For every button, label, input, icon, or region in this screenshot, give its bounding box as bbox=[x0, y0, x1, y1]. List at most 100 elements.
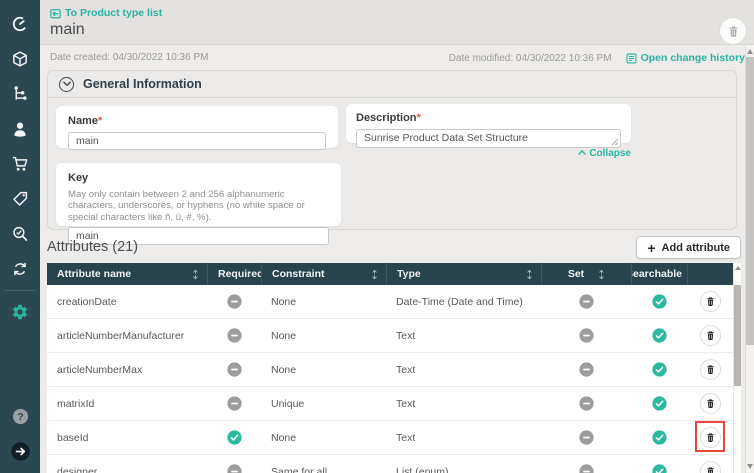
minus-circle-icon bbox=[227, 294, 242, 309]
chevron-up-icon bbox=[578, 149, 586, 156]
nav-settings[interactable] bbox=[0, 294, 40, 329]
description-label-row: Description* bbox=[356, 108, 621, 126]
check-circle-icon bbox=[652, 396, 667, 411]
dashboard-gauge-icon bbox=[11, 15, 29, 33]
cell-required bbox=[207, 319, 261, 352]
attributes-table: Attribute nameRequiredConstraintType Set S… bbox=[47, 263, 741, 473]
page-scrollbar[interactable] bbox=[745, 45, 754, 473]
collapse-link[interactable]: Collapse bbox=[346, 148, 631, 159]
column-header-type[interactable]: Type bbox=[386, 263, 541, 285]
page-header: To Product type list main bbox=[40, 0, 754, 45]
back-link-label: To Product type list bbox=[65, 7, 162, 19]
check-circle-icon bbox=[652, 362, 667, 377]
cell-type: Text bbox=[386, 387, 541, 420]
column-header-searchable[interactable]: Searchable bbox=[631, 263, 687, 285]
cell-set bbox=[541, 353, 631, 386]
nav-customers[interactable] bbox=[0, 111, 40, 146]
nav-audit[interactable] bbox=[0, 216, 40, 251]
table-row: creationDateNoneDate-Time (Date and Time… bbox=[47, 285, 741, 319]
description-label: Description bbox=[356, 112, 417, 124]
help-button[interactable]: ? bbox=[0, 399, 40, 434]
cell-required bbox=[207, 387, 261, 420]
description-textarea[interactable]: Sunrise Product Data Set Structure bbox=[356, 129, 621, 148]
chevron-down-icon bbox=[63, 80, 71, 88]
cell-required bbox=[207, 353, 261, 386]
table-row: articleNumberMaxNoneText bbox=[47, 353, 741, 387]
table-row: matrixId UniqueText bbox=[47, 387, 741, 421]
name-label-row: Name* bbox=[68, 111, 326, 129]
cell-required bbox=[207, 285, 261, 318]
check-circle-icon bbox=[652, 328, 667, 343]
minus-circle-icon bbox=[579, 430, 594, 445]
delete-attribute-button[interactable] bbox=[700, 359, 721, 380]
key-help-text: May only contain between 2 and 256 alpha… bbox=[68, 189, 329, 223]
minus-circle-icon bbox=[227, 362, 242, 377]
cell-attribute-name: baseId bbox=[47, 421, 207, 454]
delete-attribute-button[interactable] bbox=[700, 427, 721, 448]
sidebar-divider bbox=[4, 290, 36, 291]
cell-searchable bbox=[631, 319, 687, 352]
cell-type: List (enum) bbox=[386, 455, 541, 473]
attributes-table-body: creationDateNoneDate-Time (Date and Time… bbox=[47, 285, 741, 473]
table-scrollbar-thumb[interactable] bbox=[734, 285, 741, 386]
cell-actions bbox=[687, 285, 733, 318]
cell-set bbox=[541, 387, 631, 420]
cell-attribute-name: matrixId bbox=[47, 387, 207, 420]
required-asterisk: * bbox=[417, 112, 421, 124]
cell-actions bbox=[687, 387, 733, 420]
column-header-constraint[interactable]: Constraint bbox=[261, 263, 386, 285]
delete-attribute-button[interactable] bbox=[700, 325, 721, 346]
check-circle-icon bbox=[652, 294, 667, 309]
delete-attribute-button[interactable] bbox=[700, 291, 721, 312]
general-information-header[interactable]: General Information bbox=[48, 71, 736, 98]
column-header-set[interactable]: Set bbox=[541, 263, 631, 285]
column-header-label: Set bbox=[568, 268, 584, 280]
minus-circle-icon bbox=[579, 328, 594, 343]
section-title: General Information bbox=[83, 77, 202, 91]
key-label-row: Key bbox=[68, 168, 329, 186]
delete-product-type-button[interactable] bbox=[720, 18, 746, 44]
cell-set bbox=[541, 285, 631, 318]
sort-icon bbox=[598, 269, 605, 280]
table-scrollbar[interactable] bbox=[733, 263, 741, 473]
nav-labels[interactable] bbox=[0, 181, 40, 216]
package-icon bbox=[11, 50, 29, 68]
column-header-required[interactable]: Required bbox=[207, 263, 261, 285]
add-attribute-button[interactable]: + Add attribute bbox=[636, 236, 741, 259]
table-row: designerSame for allList (enum) bbox=[47, 455, 741, 473]
column-header-label: Searchable bbox=[631, 268, 682, 280]
general-information-panel: General Information Name* Description* S… bbox=[47, 70, 737, 230]
minus-circle-icon bbox=[579, 464, 594, 473]
nav-orders[interactable] bbox=[0, 146, 40, 181]
add-attribute-label: Add attribute bbox=[662, 242, 730, 254]
expand-sidebar-button[interactable] bbox=[0, 434, 40, 469]
check-circle-icon bbox=[227, 430, 242, 445]
page-scroll-down-arrow[interactable] bbox=[747, 464, 753, 469]
sort-icon bbox=[192, 269, 199, 280]
back-icon bbox=[50, 8, 61, 19]
page-scrollbar-thumb[interactable] bbox=[746, 57, 754, 345]
plus-icon: + bbox=[647, 241, 655, 255]
nav-dashboard[interactable] bbox=[0, 6, 40, 41]
column-header-attribute-name[interactable]: Attribute name bbox=[47, 263, 207, 285]
delete-attribute-button[interactable] bbox=[700, 461, 721, 473]
cell-searchable bbox=[631, 353, 687, 386]
nav-products[interactable] bbox=[0, 41, 40, 76]
help-icon: ? bbox=[11, 407, 30, 426]
page-scroll-up-arrow[interactable] bbox=[747, 49, 753, 54]
nav-sync[interactable] bbox=[0, 251, 40, 286]
name-input[interactable] bbox=[68, 132, 326, 150]
table-row: baseIdNoneText bbox=[47, 421, 741, 455]
table-scroll-up-arrow[interactable] bbox=[735, 266, 741, 270]
back-to-product-type-list-link[interactable]: To Product type list bbox=[50, 7, 162, 19]
collapse-section-button[interactable] bbox=[59, 77, 74, 92]
cell-constraint: Unique bbox=[261, 387, 386, 420]
open-change-history-link[interactable]: Open change history bbox=[626, 52, 745, 64]
cart-icon bbox=[11, 155, 29, 173]
delete-attribute-button[interactable] bbox=[700, 393, 721, 414]
cell-type: Date-Time (Date and Time) bbox=[386, 285, 541, 318]
nav-hierarchy[interactable] bbox=[0, 76, 40, 111]
user-icon bbox=[11, 120, 29, 138]
table-row: articleNumberManufacturerNoneText bbox=[47, 319, 741, 353]
resize-handle-icon[interactable] bbox=[611, 138, 619, 146]
